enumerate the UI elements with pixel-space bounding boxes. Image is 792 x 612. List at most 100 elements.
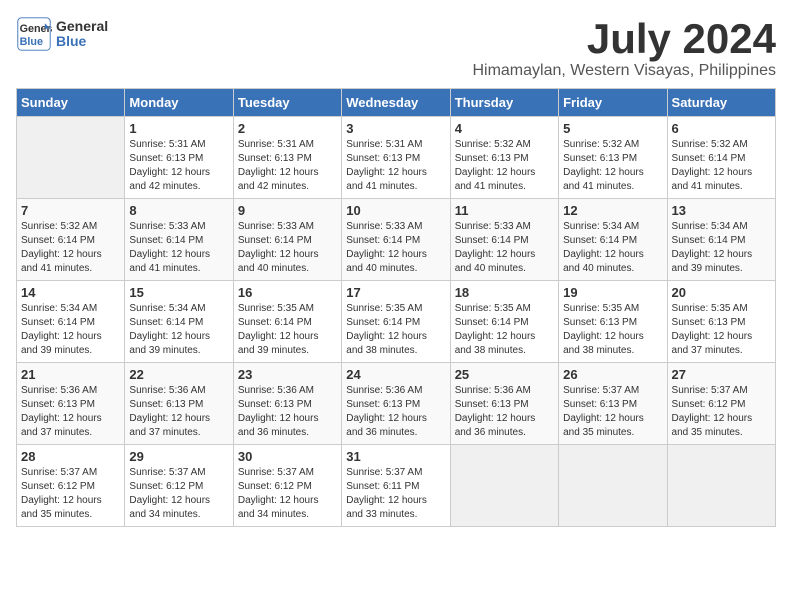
calendar-cell: [17, 117, 125, 199]
calendar-cell: 22 Sunrise: 5:36 AMSunset: 6:13 PMDayligh…: [125, 363, 233, 445]
day-number: 3: [346, 121, 445, 136]
calendar-cell: 6Sunrise: 5:32 AMSunset: 6:14 PMDaylight…: [667, 117, 775, 199]
calendar-header: SundayMondayTuesdayWednesdayThursdayFrid…: [17, 89, 776, 117]
calendar-cell: 13Sunrise: 5:34 AMSunset: 6:14 PMDayligh…: [667, 199, 775, 281]
day-number: 19: [563, 285, 662, 300]
week-row-3: 14 Sunrise: 5:34 AMSunset: 6:14 PMDayligh…: [17, 281, 776, 363]
day-info: Sunrise: 5:36 AMSunset: 6:13 PMDaylight:…: [346, 384, 445, 440]
svg-text:Blue: Blue: [20, 36, 43, 48]
day-info: Sunrise: 5:37 AMSunset: 6:13 PMDaylight:…: [563, 384, 662, 440]
calendar-cell: 19 Sunrise: 5:35 AMSunset: 6:13 PMDayligh…: [559, 281, 667, 363]
day-info: Sunrise: 5:33 AMSunset: 6:14 PMDaylight:…: [455, 220, 554, 276]
day-number: 27: [672, 367, 771, 382]
calendar-cell: [667, 445, 775, 527]
day-number: 1: [129, 121, 228, 136]
logo: General Blue General Blue: [16, 16, 108, 52]
calendar-table: SundayMondayTuesdayWednesdayThursdayFrid…: [16, 88, 776, 527]
day-number: 10: [346, 203, 445, 218]
day-number: 26: [563, 367, 662, 382]
calendar-cell: 8Sunrise: 5:33 AMSunset: 6:14 PMDaylight…: [125, 199, 233, 281]
calendar-cell: 1 Sunrise: 5:31 AMSunset: 6:13 PMDaylight…: [125, 117, 233, 199]
logo-icon: General Blue: [16, 16, 52, 52]
calendar-cell: 23 Sunrise: 5:36 AMSunset: 6:13 PMDayligh…: [233, 363, 341, 445]
day-info: Sunrise: 5:35 AMSunset: 6:14 PMDaylight:…: [346, 302, 445, 358]
calendar-cell: 7 Sunrise: 5:32 AMSunset: 6:14 PMDaylight…: [17, 199, 125, 281]
day-info: Sunrise: 5:32 AMSunset: 6:13 PMDaylight:…: [563, 138, 662, 194]
day-number: 28: [21, 449, 120, 464]
calendar-cell: 27 Sunrise: 5:37 AMSunset: 6:12 PMDayligh…: [667, 363, 775, 445]
day-number: 5: [563, 121, 662, 136]
calendar-cell: 14 Sunrise: 5:34 AMSunset: 6:14 PMDayligh…: [17, 281, 125, 363]
page-header: General Blue General Blue July 2024 Hima…: [16, 16, 776, 80]
week-row-4: 21 Sunrise: 5:36 AMSunset: 6:13 PMDayligh…: [17, 363, 776, 445]
day-number: 22: [129, 367, 228, 382]
calendar-cell: 11 Sunrise: 5:33 AMSunset: 6:14 PMDayligh…: [450, 199, 558, 281]
day-info: Sunrise: 5:35 AMSunset: 6:13 PMDaylight:…: [563, 302, 662, 358]
calendar-cell: 16 Sunrise: 5:35 AMSunset: 6:14 PMDayligh…: [233, 281, 341, 363]
day-number: 20: [672, 285, 771, 300]
day-info: Sunrise: 5:37 AMSunset: 6:12 PMDaylight:…: [129, 466, 228, 522]
day-info: Sunrise: 5:34 AMSunset: 6:14 PMDaylight:…: [672, 220, 771, 276]
day-info: Sunrise: 5:35 AMSunset: 6:14 PMDaylight:…: [238, 302, 337, 358]
calendar-cell: 17 Sunrise: 5:35 AMSunset: 6:14 PMDayligh…: [342, 281, 450, 363]
day-number: 16: [238, 285, 337, 300]
day-number: 7: [21, 203, 120, 218]
day-number: 4: [455, 121, 554, 136]
week-row-5: 28 Sunrise: 5:37 AMSunset: 6:12 PMDayligh…: [17, 445, 776, 527]
day-info: Sunrise: 5:34 AMSunset: 6:14 PMDaylight:…: [21, 302, 120, 358]
calendar-cell: [450, 445, 558, 527]
day-info: Sunrise: 5:33 AMSunset: 6:14 PMDaylight:…: [346, 220, 445, 276]
day-number: 23: [238, 367, 337, 382]
day-info: Sunrise: 5:36 AMSunset: 6:13 PMDaylight:…: [455, 384, 554, 440]
day-info: Sunrise: 5:32 AMSunset: 6:14 PMDaylight:…: [21, 220, 120, 276]
day-info: Sunrise: 5:31 AMSunset: 6:13 PMDaylight:…: [129, 138, 228, 194]
day-info: Sunrise: 5:31 AMSunset: 6:13 PMDaylight:…: [238, 138, 337, 194]
day-number: 12: [563, 203, 662, 218]
calendar-cell: 20 Sunrise: 5:35 AMSunset: 6:13 PMDayligh…: [667, 281, 775, 363]
day-info: Sunrise: 5:34 AMSunset: 6:14 PMDaylight:…: [563, 220, 662, 276]
day-info: Sunrise: 5:36 AMSunset: 6:13 PMDaylight:…: [129, 384, 228, 440]
day-number: 18: [455, 285, 554, 300]
calendar-cell: 24Sunrise: 5:36 AMSunset: 6:13 PMDayligh…: [342, 363, 450, 445]
day-number: 21: [21, 367, 120, 382]
calendar-cell: 28 Sunrise: 5:37 AMSunset: 6:12 PMDayligh…: [17, 445, 125, 527]
calendar-cell: 3 Sunrise: 5:31 AMSunset: 6:13 PMDaylight…: [342, 117, 450, 199]
day-number: 31: [346, 449, 445, 464]
day-info: Sunrise: 5:33 AMSunset: 6:14 PMDaylight:…: [238, 220, 337, 276]
day-info: Sunrise: 5:35 AMSunset: 6:13 PMDaylight:…: [672, 302, 771, 358]
day-info: Sunrise: 5:35 AMSunset: 6:14 PMDaylight:…: [455, 302, 554, 358]
logo-line2: Blue: [56, 34, 108, 49]
day-number: 9: [238, 203, 337, 218]
header-saturday: Saturday: [667, 89, 775, 117]
day-number: 25: [455, 367, 554, 382]
day-info: Sunrise: 5:36 AMSunset: 6:13 PMDaylight:…: [21, 384, 120, 440]
day-number: 2: [238, 121, 337, 136]
calendar-cell: 18 Sunrise: 5:35 AMSunset: 6:14 PMDayligh…: [450, 281, 558, 363]
header-monday: Monday: [125, 89, 233, 117]
calendar-cell: 15 Sunrise: 5:34 AMSunset: 6:14 PMDayligh…: [125, 281, 233, 363]
day-number: 15: [129, 285, 228, 300]
day-info: Sunrise: 5:36 AMSunset: 6:13 PMDaylight:…: [238, 384, 337, 440]
day-info: Sunrise: 5:37 AMSunset: 6:11 PMDaylight:…: [346, 466, 445, 522]
calendar-subtitle: Himamaylan, Western Visayas, Philippines: [472, 62, 776, 80]
day-info: Sunrise: 5:32 AMSunset: 6:13 PMDaylight:…: [455, 138, 554, 194]
day-info: Sunrise: 5:34 AMSunset: 6:14 PMDaylight:…: [129, 302, 228, 358]
day-number: 11: [455, 203, 554, 218]
day-info: Sunrise: 5:31 AMSunset: 6:13 PMDaylight:…: [346, 138, 445, 194]
calendar-cell: [559, 445, 667, 527]
title-area: July 2024 Himamaylan, Western Visayas, P…: [472, 16, 776, 80]
day-number: 29: [129, 449, 228, 464]
day-info: Sunrise: 5:32 AMSunset: 6:14 PMDaylight:…: [672, 138, 771, 194]
day-info: Sunrise: 5:37 AMSunset: 6:12 PMDaylight:…: [672, 384, 771, 440]
header-sunday: Sunday: [17, 89, 125, 117]
day-number: 14: [21, 285, 120, 300]
day-info: Sunrise: 5:37 AMSunset: 6:12 PMDaylight:…: [21, 466, 120, 522]
calendar-cell: 10 Sunrise: 5:33 AMSunset: 6:14 PMDayligh…: [342, 199, 450, 281]
calendar-cell: 29 Sunrise: 5:37 AMSunset: 6:12 PMDayligh…: [125, 445, 233, 527]
calendar-cell: 9 Sunrise: 5:33 AMSunset: 6:14 PMDaylight…: [233, 199, 341, 281]
calendar-title: July 2024: [472, 16, 776, 62]
calendar-cell: 30Sunrise: 5:37 AMSunset: 6:12 PMDayligh…: [233, 445, 341, 527]
day-number: 17: [346, 285, 445, 300]
day-info: Sunrise: 5:37 AMSunset: 6:12 PMDaylight:…: [238, 466, 337, 522]
header-wednesday: Wednesday: [342, 89, 450, 117]
